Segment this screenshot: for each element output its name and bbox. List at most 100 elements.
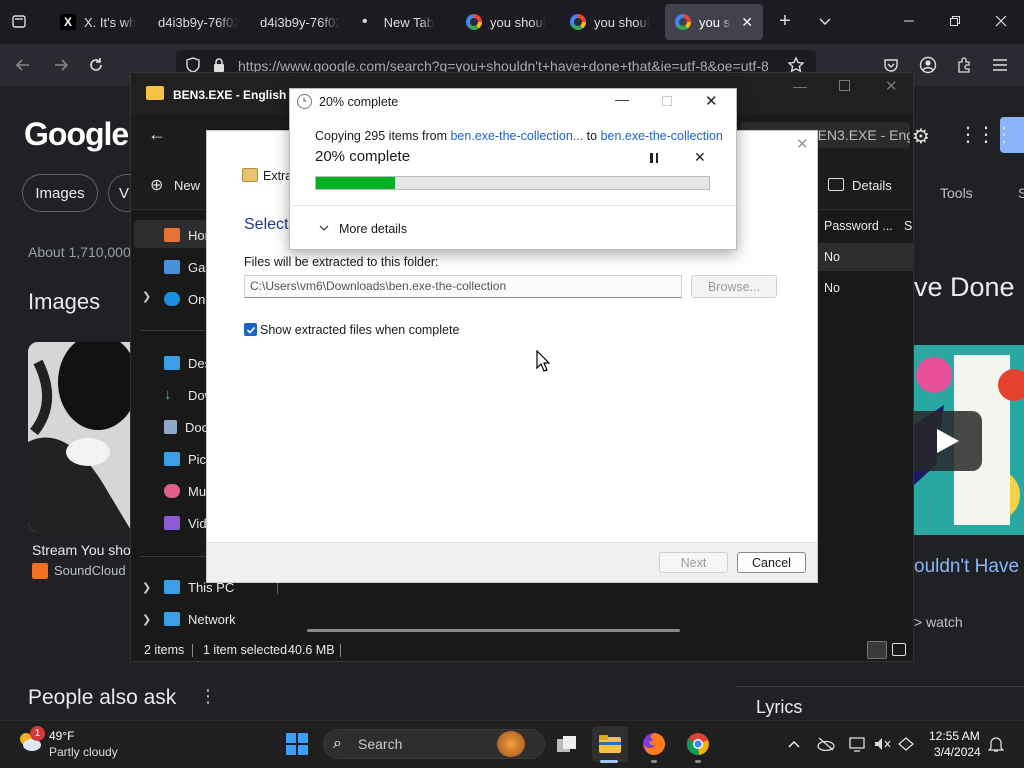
volume-muted-icon[interactable] bbox=[872, 734, 892, 754]
tab-you-should-active[interactable]: you sho ✕ bbox=[665, 4, 763, 40]
tab-d4i3b9y-1[interactable]: d4i3b9y-76f02b bbox=[148, 4, 248, 40]
wizard-close-icon[interactable]: ✕ bbox=[796, 135, 809, 153]
more-details-toggle[interactable]: More details bbox=[339, 222, 407, 236]
firefox-icon[interactable] bbox=[636, 726, 672, 762]
watch-link[interactable]: > watch bbox=[914, 614, 963, 630]
network-icon bbox=[164, 612, 180, 626]
file-explorer-taskbar-icon[interactable] bbox=[592, 726, 628, 762]
progress-dialog-title: 20% complete bbox=[319, 95, 399, 109]
computer-icon bbox=[164, 580, 180, 594]
minimize-icon[interactable] bbox=[898, 10, 920, 32]
percent-complete-text: 20% complete bbox=[315, 148, 411, 165]
restore-icon[interactable] bbox=[944, 10, 966, 32]
sidebar-label: Network bbox=[188, 611, 236, 627]
column-header-size[interactable]: Si bbox=[904, 219, 913, 233]
results-count: About 1,710,000 bbox=[28, 244, 131, 260]
source-link[interactable]: ben.exe-the-collection... bbox=[450, 129, 583, 143]
close-tab-icon[interactable]: ✕ bbox=[741, 14, 753, 31]
tab-d4i3b9y-2[interactable]: d4i3b9y-76f02b bbox=[250, 4, 350, 40]
stop-copy-icon[interactable]: ✕ bbox=[694, 149, 706, 166]
forward-arrow-icon[interactable] bbox=[50, 54, 72, 76]
browse-button[interactable]: Browse... bbox=[691, 275, 777, 298]
result-thumbnail-image[interactable] bbox=[28, 342, 132, 532]
back-arrow-icon[interactable] bbox=[12, 54, 34, 76]
explorer-back-icon[interactable]: ← bbox=[148, 124, 166, 145]
mouse-cursor-icon bbox=[536, 350, 550, 372]
play-button-icon[interactable] bbox=[914, 411, 982, 471]
notification-bell-icon[interactable] bbox=[986, 734, 1006, 754]
copying-prefix: Copying 295 items from bbox=[315, 129, 451, 143]
wizard-heading: Select bbox=[244, 216, 289, 233]
stream-title[interactable]: Stream You sho bbox=[32, 542, 130, 558]
status-selected: 1 item selected bbox=[203, 643, 288, 657]
images-heading: Images bbox=[28, 289, 101, 314]
weather-desc[interactable]: Partly cloudy bbox=[49, 745, 118, 759]
lyrics-heading: Lyrics bbox=[756, 697, 803, 717]
progress-minimize-icon[interactable]: — bbox=[615, 91, 629, 107]
cancel-button[interactable]: Cancel bbox=[737, 552, 806, 573]
weather-badge: 1 bbox=[30, 726, 45, 741]
cloud-icon bbox=[164, 292, 180, 306]
clock-date[interactable]: 3/4/2024 bbox=[934, 745, 981, 759]
google-favicon-icon bbox=[675, 14, 691, 30]
close-window-icon[interactable] bbox=[990, 10, 1012, 32]
chevron-down-icon[interactable] bbox=[318, 222, 330, 234]
destination-link[interactable]: ben.exe-the-collection bbox=[601, 129, 723, 143]
show-files-label[interactable]: Show extracted files when complete bbox=[260, 323, 459, 337]
settings-gear-icon[interactable]: ⚙ bbox=[912, 124, 930, 149]
folder-path-value: C:\Users\vm6\Downloads\ben.exe-the-colle… bbox=[250, 279, 507, 293]
horizontal-scrollbar[interactable] bbox=[307, 629, 680, 632]
search-icon: ⌕ bbox=[333, 735, 342, 752]
tab-you-should-1[interactable]: you should bbox=[456, 4, 556, 40]
document-icon bbox=[164, 420, 177, 434]
explorer-maximize-icon[interactable] bbox=[839, 80, 850, 91]
google-apps-icon[interactable]: ⋮⋮⋮ bbox=[958, 122, 1014, 147]
start-button-icon[interactable] bbox=[279, 726, 315, 762]
tab-label: you should bbox=[490, 14, 546, 30]
progress-maximize-icon bbox=[662, 96, 672, 106]
knowledge-panel-link[interactable]: ouldn't Have bbox=[914, 556, 1019, 578]
tab-new-tab[interactable]: • New Tab bbox=[352, 4, 452, 40]
pause-icon[interactable] bbox=[648, 153, 660, 165]
menu-hamburger-icon[interactable] bbox=[989, 54, 1011, 76]
progress-close-icon[interactable]: ✕ bbox=[705, 92, 718, 110]
chrome-icon[interactable] bbox=[680, 726, 716, 762]
cloud-offline-icon[interactable] bbox=[816, 734, 836, 754]
table-cell-password: No bbox=[824, 250, 840, 264]
task-view-icon[interactable] bbox=[549, 726, 585, 762]
soundcloud-icon bbox=[32, 563, 48, 579]
weather-temp[interactable]: 49°F bbox=[49, 729, 74, 743]
explorer-close-icon[interactable]: ✕ bbox=[885, 77, 898, 95]
explorer-minimize-icon[interactable]: — bbox=[793, 78, 807, 94]
tab-x[interactable]: X X. It's what bbox=[50, 4, 146, 40]
details-button[interactable]: Details bbox=[852, 178, 892, 193]
more-options-icon[interactable]: ⋮ bbox=[199, 686, 217, 707]
tab-you-should-2[interactable]: you should bbox=[560, 4, 660, 40]
google-logo[interactable]: Google bbox=[24, 116, 129, 153]
tab-overview-icon[interactable] bbox=[8, 10, 30, 32]
tiles-view-icon[interactable] bbox=[892, 643, 906, 656]
reload-icon[interactable] bbox=[85, 54, 107, 76]
account-icon[interactable] bbox=[917, 54, 939, 76]
clock-time[interactable]: 12:55 AM bbox=[929, 729, 980, 743]
new-plus-icon[interactable]: ⊕ bbox=[150, 175, 163, 195]
status-divider bbox=[340, 644, 341, 657]
details-view-icon[interactable] bbox=[867, 641, 887, 659]
tab-list-chevron-icon[interactable] bbox=[814, 10, 836, 32]
battery-icon[interactable] bbox=[896, 734, 916, 754]
chip-images[interactable]: Images bbox=[22, 174, 98, 212]
tools-button[interactable]: Tools bbox=[940, 185, 973, 201]
people-also-ask-heading: People also ask bbox=[28, 686, 177, 709]
next-button[interactable]: Next bbox=[659, 552, 728, 573]
column-header-password[interactable]: Password ... bbox=[824, 219, 893, 233]
extensions-icon[interactable] bbox=[953, 54, 975, 76]
sidebar-item-network[interactable]: Network bbox=[134, 604, 284, 634]
tab-label: you sho bbox=[699, 14, 731, 30]
new-tab-button[interactable]: + bbox=[774, 10, 796, 32]
browser-tab-strip: X X. It's what d4i3b9y-76f02b d4i3b9y-76… bbox=[0, 0, 1024, 44]
show-files-checkbox[interactable] bbox=[244, 323, 257, 336]
network-icon[interactable] bbox=[848, 734, 868, 754]
progress-divider bbox=[289, 205, 737, 206]
new-button[interactable]: New bbox=[174, 178, 200, 193]
show-hidden-icons-chevron-icon[interactable] bbox=[784, 734, 804, 754]
